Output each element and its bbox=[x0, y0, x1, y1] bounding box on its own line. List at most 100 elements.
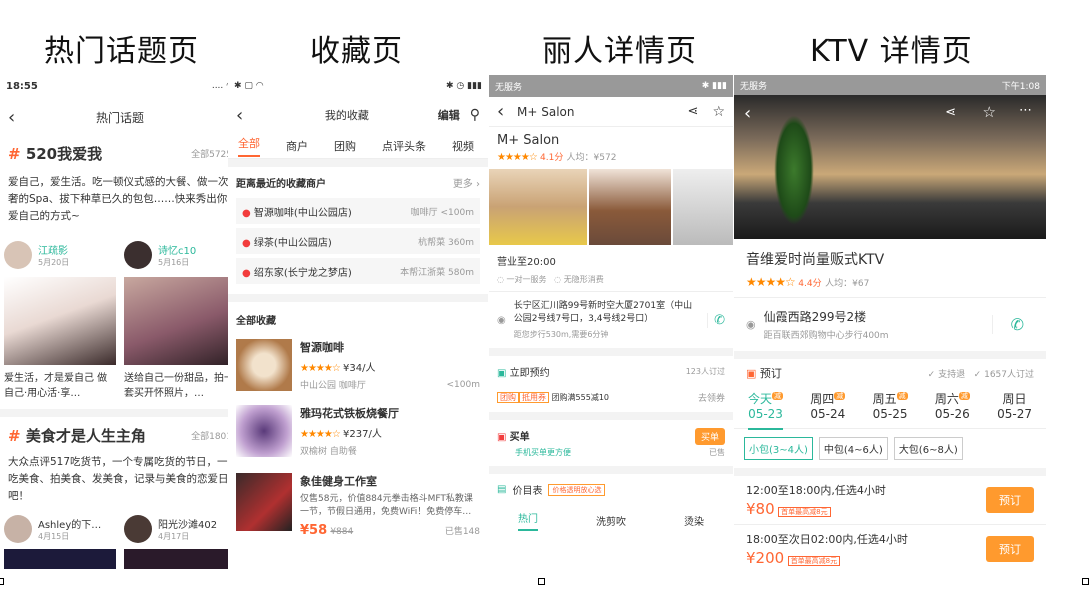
photo-strip[interactable] bbox=[489, 169, 733, 245]
deal-photo bbox=[236, 473, 292, 531]
topic-count[interactable]: 全部5725 bbox=[191, 147, 232, 160]
merchant-logo bbox=[236, 405, 292, 457]
nearby-item[interactable]: ● 绿茶(中山公园店) 杭帮菜 360m bbox=[236, 228, 480, 254]
slot-time: 18:00至次日02:00内,任选4小时 bbox=[746, 533, 908, 546]
room-option-medium[interactable]: 中包(4~6人) bbox=[818, 437, 888, 460]
pay-row[interactable]: ▣ 买单 手机买单更方便 买单 已售 bbox=[489, 420, 733, 474]
pay-button[interactable]: 买单 bbox=[695, 428, 725, 445]
tab-perm-dye[interactable]: 烫染 bbox=[684, 513, 704, 528]
phone-icon[interactable]: ✆ bbox=[991, 315, 1034, 334]
nav-bar: ‹ 热门话题 bbox=[0, 97, 240, 137]
favorite-item[interactable]: 雅玛花式铁板烧餐厅 ★★★★☆ ¥237/人 双榆树 自助餐 bbox=[228, 397, 488, 465]
pay-subtitle: 手机买单更方便 bbox=[515, 448, 571, 457]
hashtag-icon: # bbox=[8, 145, 21, 163]
tab-all[interactable]: 全部 bbox=[238, 135, 260, 157]
topic-title: 美食才是人生主角 bbox=[25, 427, 146, 445]
book-button[interactable]: 预订 bbox=[986, 536, 1034, 562]
tab-headlines[interactable]: 点评头条 bbox=[382, 138, 426, 154]
tab-deals[interactable]: 团购 bbox=[334, 138, 356, 154]
book-button[interactable]: 预订 bbox=[986, 487, 1034, 513]
search-icon[interactable]: ⚲ bbox=[470, 107, 480, 123]
post-photo[interactable] bbox=[4, 277, 116, 365]
selection-handle[interactable] bbox=[1082, 578, 1089, 585]
post-card[interactable]: 诗忆c10 5月16日 送给自己一份甜品，拍一套买开怀照片，… bbox=[124, 241, 236, 401]
nearby-item[interactable]: ● 绍东家(长宁龙之梦店) 本帮江浙菜 580m bbox=[236, 258, 480, 284]
nearby-item[interactable]: ● 智源咖啡(中山公园店) 咖啡厅 <100m bbox=[236, 198, 480, 224]
topic-card[interactable]: # 520我爱我 全部5725 爱自己，爱生活。吃一顿仪式感的大餐、做一次奢的S… bbox=[0, 137, 240, 231]
post-photo[interactable] bbox=[124, 277, 236, 365]
post-date: 5月16日 bbox=[158, 258, 190, 267]
topic-count[interactable]: 全部1801 bbox=[191, 429, 232, 442]
rating-stars: ★★★★☆ bbox=[497, 152, 538, 163]
coupon-row[interactable]: 团购 抵用券 团购满555减10 去领券 bbox=[489, 387, 733, 420]
tab-hot[interactable]: 热门 bbox=[518, 510, 538, 531]
merchant-meta: 中山公园 咖啡厅 bbox=[300, 381, 366, 391]
discount-badge: 减 bbox=[834, 391, 846, 400]
gallery-photo[interactable] bbox=[589, 169, 671, 245]
topic-title: 520我爱我 bbox=[25, 145, 103, 163]
share-icon[interactable]: ⋖ bbox=[688, 104, 699, 119]
share-icon[interactable]: ⋖ bbox=[945, 105, 956, 120]
merchant-meta: 双榆树 自助餐 bbox=[300, 447, 357, 457]
tab-videos[interactable]: 视频 bbox=[452, 138, 474, 154]
date-tab[interactable]: 周六减 05-26 bbox=[935, 388, 970, 430]
post-card[interactable]: 江疏影 5月20日 爱生活，才是爱自己 做自己·用心活·享… bbox=[4, 241, 116, 401]
date-tab[interactable]: 周四减 05-24 bbox=[810, 388, 846, 430]
heading-hot-topics: 热门话题页 bbox=[44, 34, 199, 69]
hero-photo[interactable]: ‹ ⋖ ☆ ⋯ bbox=[734, 95, 1046, 239]
booking-header: ▣ 预订 ✓ 支持退 ✓ 1657人订过 bbox=[746, 367, 1034, 380]
date-tab[interactable]: 周五减 05-25 bbox=[873, 388, 908, 430]
post-grid: Ashley的下… 4月15日 阳光沙滩402 4月17日 bbox=[0, 505, 240, 543]
time-slot[interactable]: 12:00至18:00内,任选4小时 ¥80 首单最高减8元 预订 bbox=[734, 476, 1046, 525]
nav-bar: ‹ M+ Salon ⋖ ☆ bbox=[489, 97, 733, 127]
avatar[interactable] bbox=[4, 241, 32, 269]
booking-label: 立即预约 bbox=[509, 368, 550, 379]
section-title: 距离最近的收藏商户 bbox=[236, 179, 326, 190]
back-arrow-icon[interactable]: ‹ bbox=[236, 105, 256, 126]
gallery-photo[interactable] bbox=[673, 169, 733, 245]
avatar[interactable] bbox=[124, 241, 152, 269]
favorite-item[interactable]: 象佳健身工作室 仅售58元，价值884元拳击格斗MFT私教课一节，节假日通用，免… bbox=[228, 465, 488, 546]
phone-icon[interactable]: ✆ bbox=[707, 312, 725, 328]
post-author[interactable]: Ashley的下… 4月15日 bbox=[4, 515, 116, 543]
discount-tag: 首单最高减8元 bbox=[787, 556, 841, 566]
more-icon[interactable]: ⋯ bbox=[1019, 103, 1032, 118]
address-row[interactable]: ◉ 长宁区汇川路99号新时空大厦2701室（中山公园2号线7号口，3,4号线2号… bbox=[489, 292, 733, 356]
calendar-icon: ▣ bbox=[497, 368, 507, 379]
tab-wash-cut[interactable]: 洗剪吹 bbox=[596, 513, 626, 528]
back-arrow-icon[interactable]: ‹ bbox=[497, 101, 517, 122]
page-title: M+ Salon bbox=[517, 104, 575, 119]
selection-handle[interactable] bbox=[538, 578, 545, 585]
user-name[interactable]: 江疏影 bbox=[38, 242, 69, 257]
star-icon[interactable]: ☆ bbox=[983, 103, 996, 121]
gallery-photo[interactable] bbox=[489, 169, 587, 245]
post-photo[interactable] bbox=[124, 549, 236, 569]
post-photo[interactable] bbox=[4, 549, 116, 569]
tab-merchants[interactable]: 商户 bbox=[286, 138, 308, 154]
avatar[interactable] bbox=[4, 515, 32, 543]
room-option-small[interactable]: 小包(3~4人) bbox=[744, 437, 813, 460]
get-coupon-link[interactable]: 去领券 bbox=[698, 391, 725, 404]
post-grid: 江疏影 5月20日 爱生活，才是爱自己 做自己·用心活·享… 诗忆c10 5月16日… bbox=[0, 231, 240, 401]
user-name[interactable]: 阳光沙滩402 bbox=[158, 516, 217, 531]
avatar[interactable] bbox=[124, 515, 152, 543]
topic-card[interactable]: # 美食才是人生主角 全部1801 大众点评517吃货节，一个专属吃货的节日，一… bbox=[0, 417, 240, 505]
edit-button[interactable]: 编辑 bbox=[438, 107, 460, 123]
user-name[interactable]: Ashley的下… bbox=[38, 516, 101, 531]
time-slot[interactable]: 18:00至次日02:00内,任选4小时 ¥200 首单最高减8元 预订 bbox=[734, 525, 1046, 573]
selection-handle[interactable] bbox=[0, 578, 4, 585]
date-tab-today[interactable]: 今天减 05-23 bbox=[748, 388, 784, 430]
address-row[interactable]: ◉ 仙霞西路299号2楼 距百联西郊购物中心步行400m ✆ bbox=[734, 298, 1046, 359]
room-option-large[interactable]: 大包(6~8人) bbox=[893, 437, 963, 460]
user-name[interactable]: 诗忆c10 bbox=[158, 242, 196, 257]
back-arrow-icon[interactable]: ‹ bbox=[744, 103, 751, 124]
booking-row[interactable]: ▣ 立即预约 123人订过 bbox=[489, 356, 733, 387]
more-link[interactable]: 更多 › bbox=[453, 175, 480, 190]
nearby-list: ● 智源咖啡(中山公园店) 咖啡厅 <100m ● 绿茶(中山公园店) 杭帮菜 … bbox=[228, 198, 488, 284]
back-arrow-icon[interactable]: ‹ bbox=[8, 107, 28, 128]
star-icon[interactable]: ☆ bbox=[712, 104, 725, 120]
post-author[interactable]: 阳光沙滩402 4月17日 bbox=[124, 515, 236, 543]
favorite-item[interactable]: 智源咖啡 ★★★★☆ ¥34/人 中山公园 咖啡厅 <100m bbox=[228, 333, 488, 397]
walk-distance: 距百联西郊购物中心步行400m bbox=[763, 331, 889, 341]
date-tab[interactable]: 周日 05-27 bbox=[997, 388, 1032, 430]
